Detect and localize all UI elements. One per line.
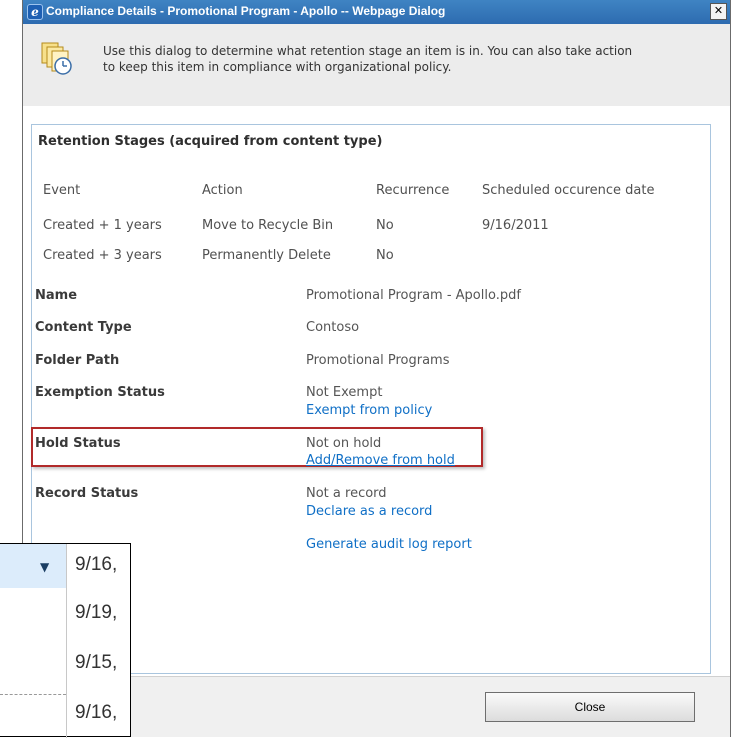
window-title: Compliance Details - Promotional Program… (46, 4, 446, 18)
col-action: Action (202, 183, 243, 198)
zoom-inset: ▼ 9/16, 9/19, 9/15, 9/16, (0, 543, 131, 738)
exempt-from-policy-link[interactable]: Exempt from policy (306, 403, 432, 418)
column-filter-header[interactable]: ▼ (0, 544, 67, 588)
col-event: Event (43, 183, 81, 198)
exemption-status-label: Exemption Status (35, 385, 165, 400)
content-type-label: Content Type (35, 320, 132, 335)
hold-status-label: Hold Status (35, 436, 121, 451)
generate-audit-log-link[interactable]: Generate audit log report (306, 537, 472, 552)
row-separator (0, 694, 66, 695)
name-value: Promotional Program - Apollo.pdf (306, 288, 521, 303)
intro-line-2: to keep this item in compliance with org… (103, 60, 452, 74)
intro-text: Use this dialog to determine what retent… (103, 43, 703, 75)
documents-clock-icon (41, 42, 72, 75)
intro-line-1: Use this dialog to determine what retent… (103, 44, 633, 58)
list-date-2: 9/19, (75, 602, 118, 623)
row1-event: Created + 1 years (43, 218, 162, 233)
list-date-1: 9/16, (75, 554, 118, 575)
retention-heading: Retention Stages (acquired from content … (38, 134, 383, 149)
list-date-3: 9/15, (75, 652, 118, 673)
row2-recurrence: No (376, 248, 394, 263)
ie-icon: e (27, 4, 43, 20)
intro-banner: Use this dialog to determine what retent… (23, 24, 730, 107)
row1-recurrence: No (376, 218, 394, 233)
row2-action: Permanently Delete (202, 248, 331, 263)
exemption-status-value: Not Exempt (306, 385, 383, 400)
column-divider (66, 544, 67, 738)
name-label: Name (35, 288, 78, 303)
row1-date: 9/16/2011 (482, 218, 549, 233)
col-recurrence: Recurrence (376, 183, 450, 198)
folder-path-label: Folder Path (35, 353, 120, 368)
hold-status-value: Not on hold (306, 436, 382, 451)
content-type-value: Contoso (306, 320, 360, 335)
title-bar[interactable]: e Compliance Details - Promotional Progr… (23, 0, 730, 24)
record-status-value: Not a record (306, 486, 387, 501)
record-status-label: Record Status (35, 486, 139, 501)
col-scheduled-date: Scheduled occurence date (482, 183, 655, 198)
dropdown-arrow-icon[interactable]: ▼ (40, 560, 49, 574)
row2-event: Created + 3 years (43, 248, 162, 263)
close-window-button[interactable]: ✕ (710, 3, 727, 20)
close-button[interactable]: Close (485, 692, 695, 722)
row1-action: Move to Recycle Bin (202, 218, 334, 233)
add-remove-hold-link[interactable]: Add/Remove from hold (306, 453, 455, 468)
folder-path-value: Promotional Programs (306, 353, 450, 368)
list-date-4: 9/16, (75, 702, 118, 723)
declare-record-link[interactable]: Declare as a record (306, 504, 432, 519)
